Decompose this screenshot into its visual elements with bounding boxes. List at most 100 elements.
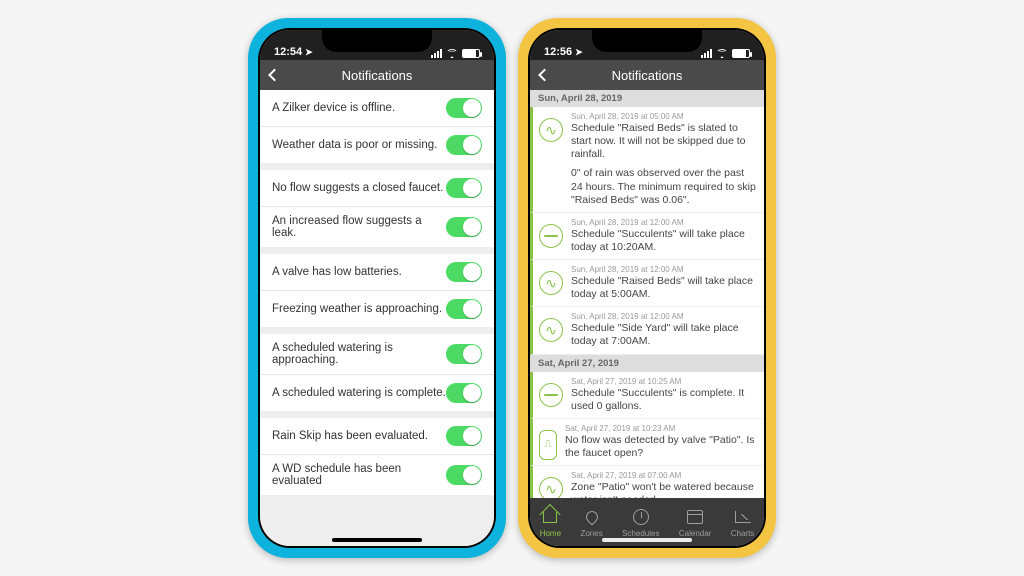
settings-group: A valve has low batteries.Freezing weath… — [260, 254, 494, 327]
feed-item-time: Sun, April 28, 2019 at 05:00 AM — [571, 112, 756, 121]
tab-charts[interactable]: Charts — [731, 507, 755, 538]
settings-group: A scheduled watering is approaching. A sc… — [260, 334, 494, 411]
calendar-icon — [685, 507, 705, 527]
feed-item-body: Sun, April 28, 2019 at 05:00 AMSchedule … — [571, 112, 756, 207]
feed-item-time: Sun, April 28, 2019 at 12:00 AM — [571, 312, 756, 321]
settings-row: Rain Skip has been evaluated. — [260, 418, 494, 455]
tab-label: Charts — [731, 529, 755, 538]
screen-left: 12:54 ➤ Notifications A Zilker device is… — [260, 30, 494, 546]
settings-row-label: An increased flow suggests a leak. — [272, 215, 446, 239]
pin-icon — [582, 507, 602, 527]
settings-group: No flow suggests a closed faucet. An incr… — [260, 170, 494, 247]
tab-home[interactable]: Home — [540, 507, 561, 538]
settings-row: A valve has low batteries. — [260, 254, 494, 291]
minus-icon — [539, 383, 563, 407]
status-time: 12:56 — [544, 46, 572, 58]
feed-item[interactable]: ⎍Sat, April 27, 2019 at 10:23 AMNo flow … — [530, 419, 764, 466]
tab-zones[interactable]: Zones — [580, 507, 602, 538]
feed-item[interactable]: ∿Sat, April 27, 2019 at 07:00 AMZone "Pa… — [530, 466, 764, 498]
toggle[interactable] — [446, 299, 482, 319]
heartbeat-icon: ∿ — [539, 318, 563, 342]
chart-icon — [733, 507, 753, 527]
feed-item[interactable]: ∿ Sun, April 28, 2019 at 05:00 AMSchedule… — [530, 107, 764, 213]
feed-item-body: Sun, April 28, 2019 at 12:00 AMSchedule … — [571, 218, 756, 254]
back-icon[interactable] — [538, 69, 551, 82]
feed-item-time: Sun, April 28, 2019 at 12:00 AM — [571, 218, 756, 227]
back-icon[interactable] — [268, 69, 281, 82]
heartbeat-icon: ∿ — [539, 118, 563, 142]
tab-schedules[interactable]: Schedules — [622, 507, 659, 538]
toggle[interactable] — [446, 98, 482, 118]
feed-item[interactable]: Sun, April 28, 2019 at 12:00 AMSchedule … — [530, 213, 764, 260]
status-time-area: 12:54 ➤ — [274, 46, 313, 58]
tab-label: Home — [540, 529, 561, 538]
toggle[interactable] — [446, 178, 482, 198]
feed-item-text: Schedule "Succulents" is complete. It us… — [571, 387, 756, 413]
settings-row-label: A Zilker device is offline. — [272, 102, 395, 114]
feed-item-time: Sat, April 27, 2019 at 10:25 AM — [571, 377, 756, 386]
status-icons — [431, 49, 480, 58]
notch — [592, 30, 702, 52]
toggle[interactable] — [446, 217, 482, 237]
tab-calendar[interactable]: Calendar — [679, 507, 711, 538]
home-indicator[interactable] — [332, 538, 422, 542]
settings-row-label: Weather data is poor or missing. — [272, 139, 437, 151]
toggle[interactable] — [446, 135, 482, 155]
toggle[interactable] — [446, 426, 482, 446]
toggle[interactable] — [446, 383, 482, 403]
settings-row: A Zilker device is offline. — [260, 90, 494, 127]
toggle[interactable] — [446, 262, 482, 282]
location-icon: ➤ — [305, 47, 313, 58]
settings-row: Weather data is poor or missing. — [260, 127, 494, 163]
home-indicator[interactable] — [602, 538, 692, 542]
nav-title: Notifications — [342, 68, 413, 83]
nav-bar: Notifications — [260, 60, 494, 90]
feed-item-text: No flow was detected by valve "Patio". I… — [565, 434, 756, 460]
signal-icon — [431, 49, 442, 58]
feed-item-text: Schedule "Side Yard" will take place tod… — [571, 322, 756, 348]
feed-section-header: Sat, April 27, 2019 — [530, 355, 764, 372]
wifi-icon — [716, 49, 728, 58]
feed-item[interactable]: ∿Sun, April 28, 2019 at 12:00 AMSchedule… — [530, 260, 764, 307]
feed-item-body: Sun, April 28, 2019 at 12:00 AMSchedule … — [571, 312, 756, 348]
battery-icon — [462, 49, 480, 58]
nav-bar: Notifications — [530, 60, 764, 90]
tab-label: Zones — [580, 529, 602, 538]
settings-row-label: A WD schedule has been evaluated — [272, 463, 446, 487]
settings-row: A WD schedule has been evaluated — [260, 455, 494, 495]
settings-group: Rain Skip has been evaluated. A WD schedu… — [260, 418, 494, 495]
phone-inner: 12:56 ➤ Notifications Sun, April 28, 201… — [528, 28, 766, 548]
settings-list[interactable]: A Zilker device is offline. Weather data … — [260, 90, 494, 546]
feed-item-text: Schedule "Raised Beds" is slated to star… — [571, 122, 756, 207]
wifi-icon — [446, 49, 458, 58]
toggle[interactable] — [446, 465, 482, 485]
battery-icon — [732, 49, 750, 58]
home-icon — [540, 507, 560, 527]
feed-item-time: Sat, April 27, 2019 at 10:23 AM — [565, 424, 756, 433]
toggle[interactable] — [446, 344, 482, 364]
minus-icon — [539, 224, 563, 248]
nav-title: Notifications — [612, 68, 683, 83]
feed-section-header: Sun, April 28, 2019 — [530, 90, 764, 107]
settings-row-label: No flow suggests a closed faucet. — [272, 182, 443, 194]
phone-frame-left: 12:54 ➤ Notifications A Zilker device is… — [248, 18, 506, 558]
status-icons — [701, 49, 750, 58]
tab-label: Schedules — [622, 529, 659, 538]
feed-item-body: Sat, April 27, 2019 at 10:25 AMSchedule … — [571, 377, 756, 413]
feed-item[interactable]: Sat, April 27, 2019 at 10:25 AMSchedule … — [530, 372, 764, 419]
phone-inner: 12:54 ➤ Notifications A Zilker device is… — [258, 28, 496, 548]
feed-item-time: Sat, April 27, 2019 at 07:00 AM — [571, 471, 756, 480]
notification-feed[interactable]: Sun, April 28, 2019∿Sun, April 28, 2019 … — [530, 90, 764, 498]
signal-icon — [701, 49, 712, 58]
status-time-area: 12:56 ➤ — [544, 46, 583, 58]
feed-item[interactable]: ∿ Sun, April 28, 2019 at 12:00 AMSchedule… — [530, 307, 764, 354]
settings-group: A Zilker device is offline. Weather data … — [260, 90, 494, 163]
heartbeat-icon: ∿ — [539, 477, 563, 498]
phone-frame-right: 12:56 ➤ Notifications Sun, April 28, 201… — [518, 18, 776, 558]
tab-label: Calendar — [679, 529, 711, 538]
screen-right: 12:56 ➤ Notifications Sun, April 28, 201… — [530, 30, 764, 546]
settings-row-label: A scheduled watering is complete. — [272, 387, 446, 399]
settings-row-label: A scheduled watering is approaching. — [272, 342, 446, 366]
feed-item-body: Sat, April 27, 2019 at 10:23 AMNo flow w… — [565, 424, 756, 460]
notch — [322, 30, 432, 52]
